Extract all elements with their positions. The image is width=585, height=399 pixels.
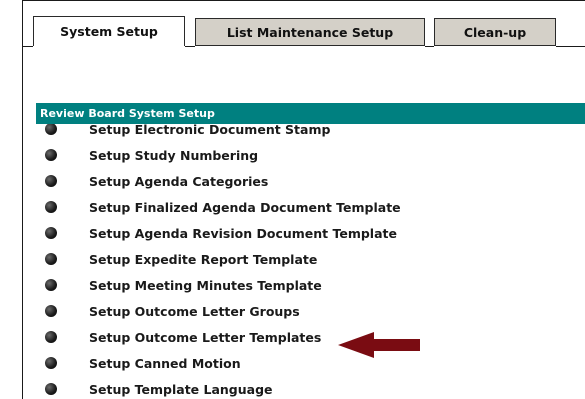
tab-baseline bbox=[425, 46, 434, 47]
bullet-icon bbox=[45, 383, 57, 395]
list-item-study-numbering[interactable]: Setup Study Numbering bbox=[36, 145, 576, 165]
tab-baseline bbox=[185, 46, 195, 47]
list-item-label: Setup Expedite Report Template bbox=[89, 251, 318, 267]
list-item-label: Setup Electronic Document Stamp bbox=[89, 124, 331, 137]
list-item-outcome-letter-templates[interactable]: Setup Outcome Letter Templates bbox=[36, 327, 576, 347]
bullet-icon bbox=[45, 253, 57, 265]
list-item-template-language[interactable]: Setup Template Language bbox=[36, 379, 576, 399]
bullet-icon bbox=[45, 331, 57, 343]
list-item-label: Setup Meeting Minutes Template bbox=[89, 277, 322, 293]
list-item-electronic-document-stamp[interactable]: Setup Electronic Document Stamp bbox=[36, 124, 576, 139]
list-item-label: Setup Canned Motion bbox=[89, 355, 241, 371]
setup-list: Setup Electronic Document Stamp Setup St… bbox=[36, 124, 585, 399]
tab-clean-up[interactable]: Clean-up bbox=[434, 18, 556, 46]
list-item-label: Setup Finalized Agenda Document Template bbox=[89, 199, 401, 215]
tab-baseline bbox=[556, 46, 585, 47]
bullet-icon bbox=[45, 201, 57, 213]
tab-system-setup[interactable]: System Setup bbox=[33, 16, 185, 46]
tab-baseline bbox=[23, 46, 33, 47]
bullet-icon bbox=[45, 175, 57, 187]
bullet-icon bbox=[45, 124, 57, 135]
list-item-label: Setup Outcome Letter Templates bbox=[89, 329, 322, 345]
list-item-expedite-report-template[interactable]: Setup Expedite Report Template bbox=[36, 249, 576, 269]
bullet-icon bbox=[45, 279, 57, 291]
bullet-icon bbox=[45, 149, 57, 161]
tab-list-maintenance-setup[interactable]: List Maintenance Setup bbox=[195, 18, 425, 46]
list-item-canned-motion[interactable]: Setup Canned Motion bbox=[36, 353, 576, 373]
list-item-meeting-minutes-template[interactable]: Setup Meeting Minutes Template bbox=[36, 275, 576, 295]
pointer-arrow-icon bbox=[338, 332, 420, 358]
list-item-agenda-categories[interactable]: Setup Agenda Categories bbox=[36, 171, 576, 191]
list-item-label: Setup Outcome Letter Groups bbox=[89, 303, 300, 319]
section-header: Review Board System Setup bbox=[36, 103, 585, 124]
list-item-label: Setup Study Numbering bbox=[89, 147, 259, 163]
list-item-label: Setup Template Language bbox=[89, 381, 273, 397]
list-item-agenda-revision-template[interactable]: Setup Agenda Revision Document Template bbox=[36, 223, 576, 243]
bullet-icon bbox=[45, 357, 57, 369]
list-item-finalized-agenda-template[interactable]: Setup Finalized Agenda Document Template bbox=[36, 197, 576, 217]
setup-panel: System Setup List Maintenance Setup Clea… bbox=[22, 0, 585, 399]
tab-bar: System Setup List Maintenance Setup Clea… bbox=[23, 1, 585, 47]
list-item-label: Setup Agenda Categories bbox=[89, 173, 269, 189]
list-item-label: Setup Agenda Revision Document Template bbox=[89, 225, 397, 241]
bullet-icon bbox=[45, 227, 57, 239]
bullet-icon bbox=[45, 305, 57, 317]
list-item-outcome-letter-groups[interactable]: Setup Outcome Letter Groups bbox=[36, 301, 576, 321]
